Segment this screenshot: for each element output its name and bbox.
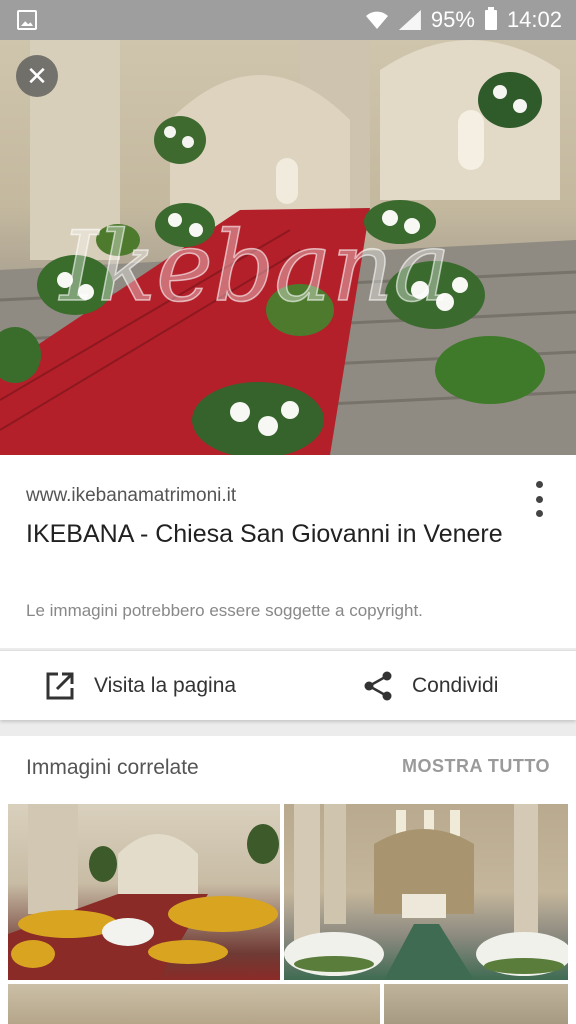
clock: 14:02 <box>506 7 562 32</box>
close-button[interactable]: ✕ <box>16 55 58 97</box>
visit-page-label: Visita la pagina <box>94 674 237 697</box>
church-photo: Ikebana <box>0 40 576 455</box>
hero-image[interactable]: Ikebana ✕ <box>0 40 576 455</box>
related-title: Immagini correlate <box>26 756 199 779</box>
signal-icon <box>398 10 421 30</box>
more-dot-icon <box>535 495 543 503</box>
visit-page-button[interactable]: Visita la pagina <box>44 651 236 721</box>
share-icon <box>364 671 392 701</box>
status-indicators: 95% 14:02 <box>365 0 562 40</box>
hero-watermark: Ikebana <box>58 211 451 323</box>
site-url[interactable]: www.ikebanamatrimoni.it <box>26 485 236 507</box>
thumbnail-image <box>284 804 568 980</box>
battery-icon <box>484 7 497 30</box>
gallery-icon <box>17 10 37 30</box>
page-title[interactable]: IKEBANA - Chiesa San Giovanni in Venere <box>26 515 546 554</box>
related-thumbnail[interactable] <box>8 984 380 1024</box>
battery-percent: 95% <box>430 7 475 32</box>
related-thumbnail[interactable] <box>8 804 280 980</box>
related-thumbnail[interactable] <box>384 984 568 1024</box>
more-options-button[interactable] <box>532 481 546 517</box>
action-bar: Visita la pagina Condividi <box>0 650 576 720</box>
share-button[interactable]: Condividi <box>362 651 498 721</box>
more-dot-icon <box>535 481 543 488</box>
copyright-notice: Le immagini potrebbero essere soggette a… <box>26 601 423 620</box>
related-images-section: Immagini correlate MOSTRA TUTTO <box>0 736 576 1024</box>
thumbnail-image <box>8 804 279 980</box>
result-info-card: www.ikebanamatrimoni.it IKEBANA - Chiesa… <box>0 455 576 648</box>
close-icon: ✕ <box>26 61 48 91</box>
status-bar: 95% 14:02 <box>0 0 576 40</box>
share-label: Condividi <box>412 674 499 697</box>
related-thumbnail[interactable] <box>284 804 568 980</box>
show-all-button[interactable]: MOSTRA TUTTO <box>402 756 550 777</box>
open-in-new-icon <box>46 672 74 700</box>
wifi-icon <box>365 11 388 29</box>
